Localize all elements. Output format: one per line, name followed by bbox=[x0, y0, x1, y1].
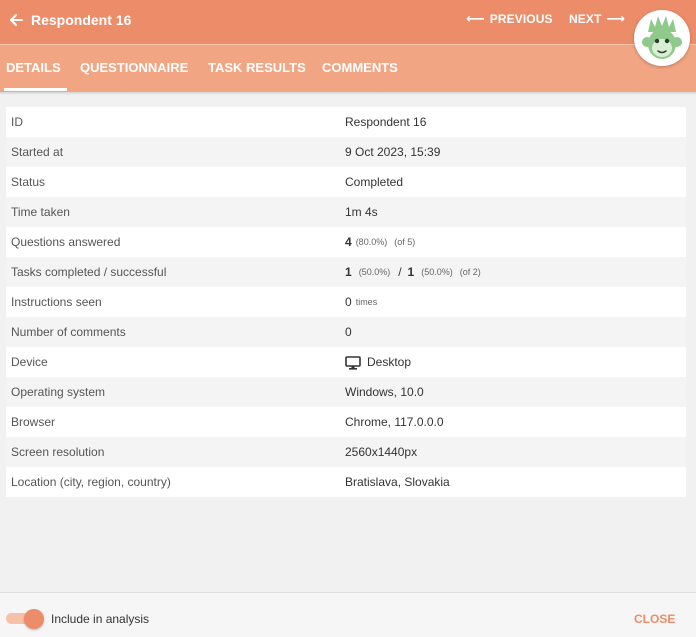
row-label: Number of comments bbox=[11, 325, 126, 339]
questions-total: (of 5) bbox=[394, 237, 416, 247]
row-label: Operating system bbox=[11, 385, 106, 399]
row-label: Tasks completed / successful bbox=[11, 265, 167, 279]
row-instructions-seen: Instructions seen 0 times bbox=[6, 287, 686, 317]
next-label: NEXT bbox=[569, 12, 602, 26]
row-value: Respondent 16 bbox=[345, 115, 427, 129]
row-time-taken: Time taken 1m 4s bbox=[6, 197, 686, 227]
tab-questionnaire[interactable]: QUESTIONNAIRE bbox=[80, 60, 188, 75]
row-value: 1m 4s bbox=[345, 205, 378, 219]
arrow-left-icon: ⟵ bbox=[466, 11, 485, 26]
tasks-completed: 1 bbox=[345, 265, 352, 279]
toggle-knob bbox=[24, 609, 44, 629]
row-device: Device Desktop bbox=[6, 347, 686, 377]
device-value: Desktop bbox=[367, 355, 412, 369]
instructions-count: 0 bbox=[345, 295, 352, 309]
row-label: Screen resolution bbox=[11, 445, 105, 459]
arrow-right-icon: ⟶ bbox=[606, 11, 626, 26]
row-label: Browser bbox=[11, 415, 56, 429]
avatar[interactable] bbox=[634, 10, 690, 66]
close-button[interactable]: CLOSE bbox=[634, 612, 675, 626]
row-value: 2560x1440px bbox=[345, 445, 418, 459]
questions-percent: (80.0%) bbox=[355, 237, 388, 247]
tab-task-results[interactable]: TASK RESULTS bbox=[208, 60, 306, 75]
row-comments: Number of comments 0 bbox=[6, 317, 686, 347]
row-location: Location (city, region, country) Bratisl… bbox=[6, 467, 686, 497]
row-id: ID Respondent 16 bbox=[6, 107, 686, 137]
tab-bar-shadow bbox=[0, 92, 696, 95]
row-value: 4 (80.0%) (of 5) bbox=[345, 235, 686, 249]
tasks-successful: 1 bbox=[407, 265, 415, 279]
instructions-unit: times bbox=[355, 297, 378, 307]
row-tasks: Tasks completed / successful 1 (50.0%) /… bbox=[6, 257, 686, 287]
include-in-analysis-label: Include in analysis bbox=[51, 612, 150, 626]
row-value: 0 bbox=[345, 325, 352, 339]
tab-comments[interactable]: COMMENTS bbox=[322, 60, 398, 75]
row-questions-answered: Questions answered 4 (80.0%) (of 5) bbox=[6, 227, 686, 257]
next-button[interactable]: NEXT ⟶ bbox=[569, 12, 625, 26]
desktop-icon bbox=[345, 355, 361, 370]
row-value: Bratislava, Slovakia bbox=[345, 475, 450, 489]
row-value: 1 (50.0%) / 1 (50.0%) (of 2) bbox=[345, 265, 686, 279]
include-in-analysis-toggle[interactable] bbox=[6, 609, 46, 629]
tasks-separator: / bbox=[398, 265, 402, 279]
tab-details[interactable]: DETAILS bbox=[4, 60, 67, 91]
questions-count: 4 bbox=[345, 235, 352, 249]
row-label: Started at bbox=[11, 145, 64, 159]
row-value: Chrome, 117.0.0.0 bbox=[345, 415, 444, 429]
row-status: Status Completed bbox=[6, 167, 686, 197]
row-browser: Browser Chrome, 117.0.0.0 bbox=[6, 407, 686, 437]
tasks-total: (of 2) bbox=[459, 267, 481, 277]
row-label: Device bbox=[11, 355, 48, 369]
row-label: Status bbox=[11, 175, 46, 189]
row-value: Desktop bbox=[345, 355, 686, 370]
row-value: Windows, 10.0 bbox=[345, 385, 424, 399]
row-value: Completed bbox=[345, 175, 404, 189]
row-label: Location (city, region, country) bbox=[11, 475, 171, 489]
tab-bar: DETAILS QUESTIONNAIRE TASK RESULTS COMME… bbox=[0, 44, 696, 92]
previous-label: PREVIOUS bbox=[489, 12, 553, 26]
top-bar: Respondent 16 ⟵ PREVIOUS NEXT ⟶ bbox=[0, 0, 696, 44]
details-table: ID Respondent 16 Started at 9 Oct 2023, … bbox=[6, 107, 686, 497]
tasks-completed-percent: (50.0%) bbox=[358, 267, 391, 277]
tasks-successful-percent: (50.0%) bbox=[421, 267, 453, 277]
monkey-avatar-icon bbox=[634, 10, 690, 66]
row-value: 9 Oct 2023, 15:39 bbox=[345, 145, 441, 159]
row-started-at: Started at 9 Oct 2023, 15:39 bbox=[6, 137, 686, 167]
footer-bar: Include in analysis CLOSE bbox=[0, 592, 696, 637]
row-label: ID bbox=[11, 115, 23, 129]
row-label: Instructions seen bbox=[11, 295, 102, 309]
row-label: Time taken bbox=[11, 205, 70, 219]
back-arrow-icon[interactable] bbox=[6, 10, 26, 30]
previous-button[interactable]: ⟵ PREVIOUS bbox=[466, 12, 553, 26]
row-label: Questions answered bbox=[11, 235, 121, 249]
row-operating-system: Operating system Windows, 10.0 bbox=[6, 377, 686, 407]
row-screen-resolution: Screen resolution 2560x1440px bbox=[6, 437, 686, 467]
row-value: 0 times bbox=[345, 295, 686, 309]
page-title: Respondent 16 bbox=[31, 12, 132, 28]
